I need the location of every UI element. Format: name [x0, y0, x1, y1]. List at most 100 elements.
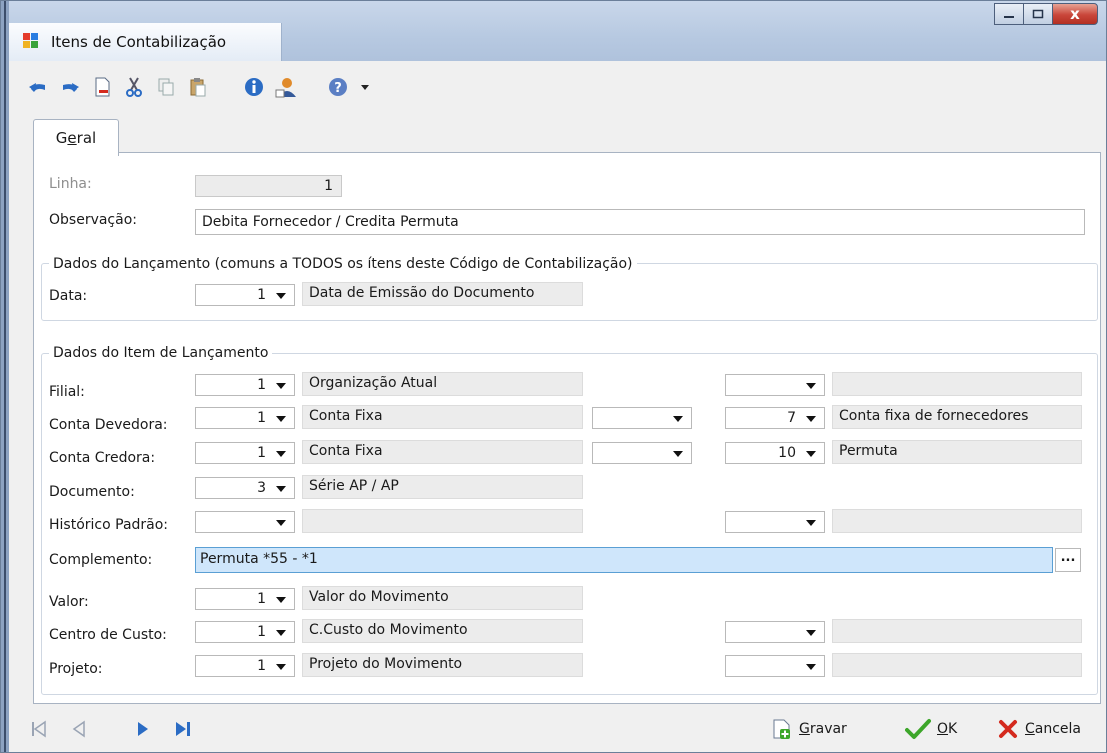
chevron-down-icon [276, 451, 286, 457]
redo-icon [63, 83, 79, 92]
redo-button[interactable] [59, 76, 81, 98]
user-icon [275, 78, 296, 98]
conta-devedora-mid-combo[interactable] [592, 407, 692, 429]
historico-padrao-extra-description [832, 509, 1082, 533]
conta-devedora-label: Conta Devedora: [49, 417, 168, 433]
conta-credora-account-combo[interactable]: 10 [725, 442, 825, 464]
data-label: Data: [49, 288, 88, 304]
conta-devedora-account-description: Conta fixa de fornecedores [832, 405, 1082, 429]
historico-padrao-label: Histórico Padrão: [49, 517, 169, 533]
first-record-button[interactable] [29, 719, 49, 739]
group-dados-lancamento-title: Dados do Lançamento (comuns a TODOS os í… [49, 256, 637, 272]
conta-credora-mid-combo[interactable] [592, 442, 692, 464]
previous-record-button[interactable] [69, 719, 89, 739]
conta-credora-description: Conta Fixa [302, 440, 583, 464]
chevron-down-icon [276, 293, 286, 299]
projeto-combo[interactable]: 1 [195, 655, 295, 677]
observacao-label: Observação: [49, 212, 137, 228]
chevron-down-icon [673, 451, 683, 457]
copy-button[interactable] [155, 76, 177, 98]
complemento-label: Complemento: [49, 552, 153, 568]
window: Itens de Contabilização x ? G e ral Linh… [0, 0, 1107, 753]
filial-combo-value: 1 [257, 377, 266, 393]
conta-devedora-description: Conta Fixa [302, 405, 583, 429]
help-button[interactable]: ? [327, 76, 349, 98]
cut-button[interactable] [123, 76, 145, 98]
cut-icon [126, 77, 142, 97]
conta-credora-combo[interactable]: 1 [195, 442, 295, 464]
linha-label: Linha: [49, 176, 92, 192]
ok-check-icon [905, 719, 931, 739]
conta-devedora-combo[interactable]: 1 [195, 407, 295, 429]
ok-label-rest: K [948, 721, 958, 737]
user-button[interactable] [275, 76, 297, 98]
projeto-label: Projeto: [49, 661, 103, 677]
ok-button[interactable]: OK [905, 717, 957, 741]
new-document-button[interactable] [91, 76, 113, 98]
chevron-down-icon [806, 383, 816, 389]
tab-geral[interactable]: Ge ral [33, 119, 119, 156]
chevron-down-icon [276, 383, 286, 389]
next-record-button[interactable] [133, 719, 153, 739]
chevron-down-icon [361, 85, 369, 90]
tab-strip: Ge ral [9, 113, 1106, 156]
chevron-down-icon [806, 451, 816, 457]
conta-credora-account-value: 10 [778, 445, 796, 461]
observacao-field[interactable]: Debita Fornecedor / Credita Permuta [195, 209, 1085, 235]
paste-button[interactable] [187, 76, 209, 98]
window-controls: x [994, 3, 1098, 25]
complemento-lookup-button[interactable]: ... [1055, 548, 1081, 572]
close-button[interactable]: x [1052, 3, 1098, 25]
filial-extra-combo[interactable] [725, 374, 825, 396]
info-icon [245, 78, 263, 96]
chevron-down-icon [276, 597, 286, 603]
conta-credora-combo-value: 1 [257, 445, 266, 461]
cancela-button[interactable]: Cancela [997, 717, 1081, 741]
group-dados-item-title: Dados do Item de Lançamento [49, 345, 273, 361]
toolbar: ? [9, 67, 1106, 107]
chevron-down-icon [276, 486, 286, 492]
gravar-label: Gravar [799, 721, 847, 737]
info-button[interactable] [243, 76, 265, 98]
projeto-extra-description [832, 653, 1082, 677]
help-dropdown-button[interactable] [359, 76, 371, 98]
tab-geral-accelerator: e [67, 129, 77, 147]
svg-text:?: ? [334, 81, 342, 96]
chevron-down-icon [806, 416, 816, 422]
tab-geral-label-b: ral [76, 129, 97, 147]
chevron-down-icon [806, 664, 816, 670]
first-record-icon [32, 720, 46, 738]
filial-label: Filial: [49, 384, 85, 400]
previous-record-icon [72, 720, 85, 738]
filial-combo[interactable]: 1 [195, 374, 295, 396]
linha-field: 1 [195, 175, 342, 197]
filial-description: Organização Atual [302, 372, 583, 396]
maximize-button[interactable] [1023, 3, 1052, 25]
minimize-icon [1004, 16, 1014, 18]
bottom-bar: Gravar OK Cancela [9, 707, 1106, 751]
documento-combo[interactable]: 3 [195, 477, 295, 499]
historico-padrao-combo[interactable] [195, 511, 295, 533]
gravar-button[interactable]: Gravar [771, 717, 847, 741]
copy-icon [158, 78, 174, 96]
next-record-icon [138, 722, 148, 736]
filial-extra-description [832, 372, 1082, 396]
close-icon: x [1070, 5, 1080, 23]
projeto-extra-combo[interactable] [725, 655, 825, 677]
centro-custo-combo[interactable]: 1 [195, 621, 295, 643]
last-record-icon [176, 722, 190, 736]
data-combo[interactable]: 1 [195, 284, 295, 306]
historico-padrao-extra-combo[interactable] [725, 511, 825, 533]
undo-icon [29, 83, 45, 92]
minimize-button[interactable] [994, 3, 1023, 25]
maximize-icon [1032, 9, 1044, 19]
tab-geral-label-a: G [55, 129, 68, 147]
ok-accelerator: O [937, 721, 949, 737]
conta-devedora-account-combo[interactable]: 7 [725, 407, 825, 429]
complemento-field[interactable]: Permuta *55 - *1 [195, 547, 1053, 573]
valor-combo[interactable]: 1 [195, 588, 295, 610]
last-record-button[interactable] [173, 719, 193, 739]
undo-button[interactable] [27, 76, 49, 98]
ok-label: OK [937, 721, 957, 737]
centro-custo-extra-combo[interactable] [725, 621, 825, 643]
